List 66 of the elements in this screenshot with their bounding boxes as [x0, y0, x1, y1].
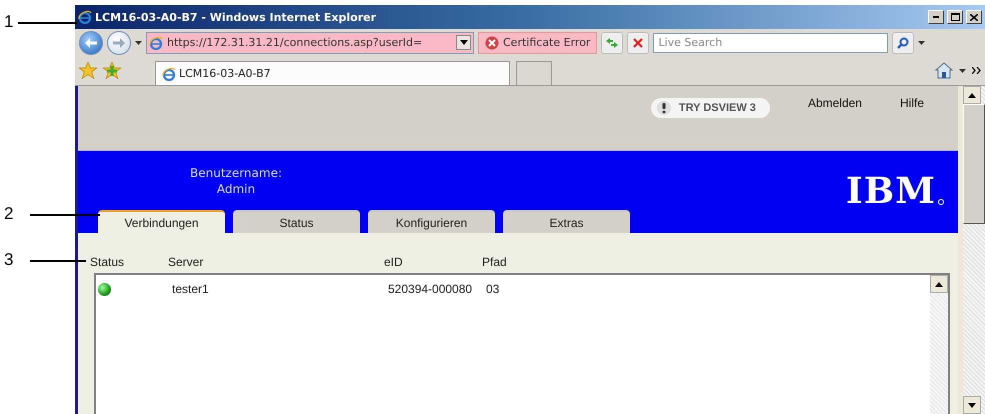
- browser-e-icon: [149, 36, 163, 50]
- close-button[interactable]: [966, 10, 982, 24]
- column-header: Pfad: [482, 255, 508, 269]
- logo: IBM: [846, 173, 936, 209]
- nav-tab[interactable]: Extras: [503, 210, 630, 233]
- nav-tab[interactable]: Konfigurieren: [368, 210, 495, 233]
- minimize-icon: [933, 16, 939, 18]
- column-header: eID: [384, 255, 404, 269]
- chevron-icon: [972, 67, 981, 74]
- header-link[interactable]: Abmelden: [808, 96, 862, 110]
- user-name: Admin: [216, 182, 256, 196]
- back-arrow-icon: [85, 38, 97, 48]
- table-cell-text: tester1: [172, 282, 210, 296]
- leader-line: [18, 22, 77, 24]
- callout-number: 2: [4, 204, 14, 224]
- up-arrow-icon: [968, 92, 976, 98]
- browser-e-icon: [162, 66, 176, 80]
- certificate-error-button[interactable]: Certificate Error: [478, 32, 598, 54]
- address-dropdown-button[interactable]: [456, 35, 471, 50]
- scroll-down-button[interactable]: [963, 396, 981, 414]
- up-arrow-icon: [935, 282, 943, 286]
- try-dsview-button[interactable]: TRY DSVIEW 3: [650, 98, 770, 118]
- star-icon: [79, 62, 97, 79]
- callout-number: 1: [4, 12, 14, 32]
- search-icon: [897, 36, 910, 48]
- maximize-button[interactable]: [947, 10, 963, 24]
- column-header: Server: [168, 255, 204, 269]
- forward-button[interactable]: [107, 30, 131, 54]
- search-field[interactable]: Live Search: [653, 32, 888, 52]
- caret-icon: [135, 40, 142, 44]
- refresh-button[interactable]: [601, 32, 624, 54]
- column-header: Status: [90, 255, 126, 269]
- header-link[interactable]: Hilfe: [900, 96, 924, 110]
- forward-arrow-icon: [113, 38, 125, 48]
- down-arrow-icon: [460, 40, 468, 45]
- user-label: Benutzername:: [190, 166, 282, 180]
- scroll-up-button[interactable]: [930, 275, 948, 293]
- minimize-button[interactable]: [928, 10, 944, 24]
- add-star-icon: [103, 62, 121, 79]
- exclamation-icon: [656, 101, 671, 115]
- stop-icon: [633, 38, 644, 48]
- table-cell-text: 03: [486, 282, 500, 296]
- back-button[interactable]: [79, 30, 103, 54]
- nav-tab[interactable]: Verbindungen: [98, 210, 225, 233]
- callout-number: 3: [4, 250, 14, 270]
- window-title: LCM16-03-A0-B7 - Windows Internet Explorer: [95, 10, 378, 24]
- down-arrow-icon: [968, 402, 976, 408]
- caret-icon: [959, 68, 966, 72]
- scroll-thumb[interactable]: [963, 104, 985, 224]
- table-cell-text: 520394-000080: [388, 282, 474, 296]
- refresh-icon: [606, 38, 618, 48]
- leader-line: [30, 260, 86, 262]
- home-icon: [935, 62, 953, 79]
- search-button[interactable]: [892, 32, 914, 54]
- browser-e-icon: [78, 10, 92, 24]
- scroll-up-button[interactable]: [963, 86, 981, 104]
- nav-tab[interactable]: Status: [233, 210, 360, 233]
- caret-icon: [918, 40, 926, 44]
- shield-error-icon: [485, 36, 499, 50]
- stop-button[interactable]: [627, 32, 650, 54]
- address-field[interactable]: https://172.31.31.21/connections.asp?userId=: [146, 32, 474, 54]
- close-icon: [970, 14, 978, 20]
- registered-mark-icon: [938, 199, 944, 205]
- maximize-icon: [950, 13, 960, 21]
- browser-tab[interactable]: LCM16-03-A0-B7: [155, 61, 510, 85]
- leader-line: [30, 214, 100, 216]
